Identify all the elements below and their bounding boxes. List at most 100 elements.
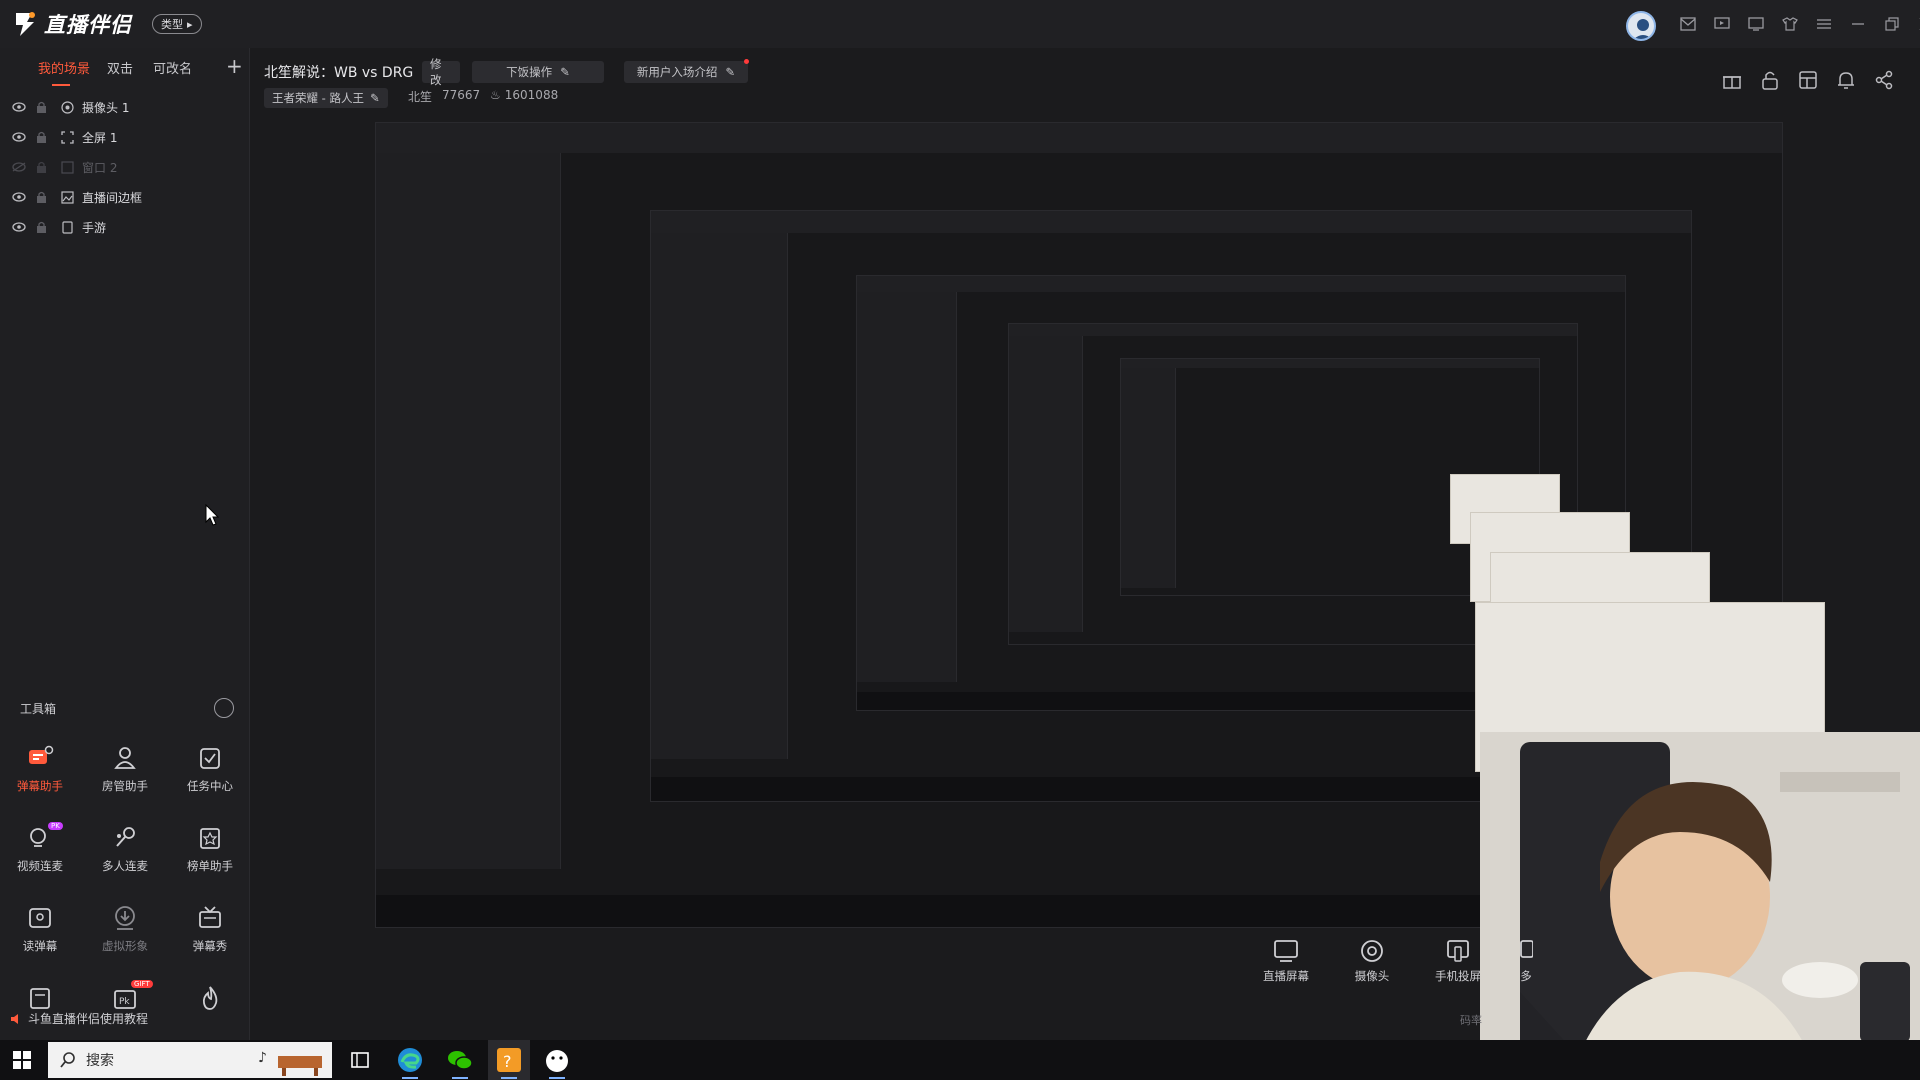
windows-taskbar: 搜索 ♪ ?: [0, 1040, 1920, 1080]
scene-item-window[interactable]: 窗口 2: [0, 152, 250, 182]
nested-titlebar: [376, 123, 1782, 153]
scene-item-fullscreen[interactable]: 全屏 1: [0, 122, 250, 152]
heat-value: 1601088: [504, 88, 559, 102]
pen-icon: ✎: [369, 91, 380, 105]
shirt-icon[interactable]: [1780, 14, 1800, 34]
header-actions: [1722, 70, 1894, 90]
mail-icon[interactable]: [1678, 14, 1698, 34]
stream-op-chip[interactable]: 下饭操作 ✎: [472, 61, 604, 83]
tool-label: 弹幕秀: [192, 939, 228, 953]
phone-cast-icon: [1447, 940, 1469, 962]
tab-double-click[interactable]: 双击: [107, 58, 133, 77]
screen-icon[interactable]: [1746, 14, 1766, 34]
tab-my-scenes[interactable]: 我的场景: [38, 58, 90, 77]
source-camera[interactable]: 摄像头: [1344, 938, 1400, 984]
app-logo: 直播伴侣: [12, 9, 132, 39]
tool-task-center[interactable]: 任务中心: [170, 744, 250, 804]
scene-item-camera[interactable]: 摄像头 1: [0, 92, 250, 122]
task-view-icon[interactable]: [346, 1046, 374, 1074]
edge-icon[interactable]: [396, 1046, 424, 1074]
danmaku-show-icon: [199, 906, 221, 928]
window-source-icon: [61, 160, 74, 174]
new-user-intro-chip[interactable]: 新用户入场介绍 ✎: [624, 61, 748, 83]
logo-icon: [16, 12, 35, 36]
pen-icon: ✎: [560, 65, 570, 79]
tool-danmaku-show[interactable]: 弹幕秀: [170, 904, 250, 964]
eye-hidden-icon[interactable]: [12, 162, 26, 172]
tool-label: 房管助手: [102, 779, 148, 793]
douyu-companion-icon[interactable]: ?: [495, 1046, 523, 1074]
tab-renamable[interactable]: 可改名: [153, 58, 192, 77]
windows-start-icon[interactable]: [12, 1050, 32, 1070]
edit-title-button[interactable]: 修改: [422, 57, 460, 87]
menu-icon[interactable]: [1814, 14, 1834, 34]
nested-titlebar: [1121, 359, 1539, 368]
scene-list: 摄像头 1 全屏 1 窗口 2 直播间边框 手游: [0, 92, 250, 242]
pk-gift-icon: Pk: [114, 990, 136, 1009]
restore-icon[interactable]: [1882, 14, 1902, 34]
video-icon[interactable]: [1712, 14, 1732, 34]
read-danmaku-icon: [29, 908, 51, 928]
layout-icon[interactable]: [1798, 70, 1818, 90]
tool-virtual-avatar[interactable]: 虚拟形象: [85, 904, 165, 964]
screen-icon: [1274, 940, 1298, 962]
streamer-name: 北笙: [408, 90, 433, 104]
danmaku-icon: [29, 745, 54, 764]
category-chip[interactable]: 王者荣耀 - 路人王 ✎: [264, 88, 388, 108]
lock-icon[interactable]: [36, 131, 47, 143]
tool-ranking[interactable]: 榜单助手: [170, 824, 250, 884]
tool-label: 弹幕助手: [17, 779, 63, 793]
eye-icon[interactable]: [12, 132, 26, 142]
taskbar-search[interactable]: 搜索 ♪: [48, 1042, 332, 1078]
room-admin-icon: [114, 747, 136, 769]
tool-read-danmaku[interactable]: 读弹幕: [0, 904, 80, 964]
scene-label: 全屏 1: [82, 130, 118, 145]
tool-danmaku[interactable]: 弹幕助手: [0, 744, 80, 804]
type-dropdown[interactable]: 类型 ▸: [152, 14, 202, 34]
close-icon[interactable]: [1916, 14, 1920, 34]
scene-label: 直播间边框: [82, 190, 143, 205]
app-window: 直播伴侣 类型 ▸ 我的场景 双击 可改名 + 摄像头 1 全屏 1 窗口 2 …: [0, 0, 1920, 1080]
source-more[interactable]: 多: [1516, 938, 1536, 984]
gift-icon[interactable]: [1722, 70, 1742, 90]
lock-icon[interactable]: [36, 161, 47, 173]
eye-icon[interactable]: [12, 222, 26, 232]
running-indicator: [501, 1077, 517, 1079]
image-source-icon: [61, 190, 74, 204]
nested-sidebar: [651, 233, 788, 759]
source-live-screen[interactable]: 直播屏幕: [1258, 938, 1314, 984]
nested-sidebar: [376, 153, 561, 869]
share-icon[interactable]: [1874, 70, 1894, 90]
lock-icon[interactable]: [36, 191, 47, 203]
lock-icon[interactable]: [36, 101, 47, 113]
search-icon: [60, 1052, 75, 1068]
scene-item-mobile-game[interactable]: 手游: [0, 212, 250, 242]
tool-room-admin[interactable]: 房管助手: [85, 744, 165, 804]
window-controls: [1678, 14, 1920, 34]
source-label: 手机投屏: [1435, 969, 1481, 983]
source-label: 摄像头: [1354, 969, 1390, 983]
source-phone-cast[interactable]: 手机投屏: [1430, 938, 1486, 984]
minimize-icon[interactable]: [1848, 14, 1868, 34]
nested-sidebar: [1121, 368, 1176, 588]
bell-icon[interactable]: [1836, 70, 1856, 90]
scene-label: 摄像头 1: [82, 100, 130, 115]
more-tools-icon[interactable]: [214, 698, 234, 718]
tool-fire[interactable]: [170, 984, 250, 1044]
add-scene-button[interactable]: +: [226, 54, 243, 78]
eye-icon[interactable]: [12, 192, 26, 202]
lock-icon[interactable]: [36, 221, 47, 233]
user-avatar[interactable]: [1626, 11, 1656, 41]
penguin-app-icon[interactable]: [543, 1046, 571, 1074]
tool-video-mic[interactable]: PK 视频连麦: [0, 822, 80, 884]
scene-item-room-frame[interactable]: 直播间边框: [0, 182, 250, 212]
tutorial-link[interactable]: 斗鱼直播伴侣使用教程: [10, 1010, 148, 1027]
tool-multi-mic[interactable]: 多人连麦: [85, 824, 165, 884]
bitrate-label: 码率: [1460, 1014, 1482, 1027]
eye-icon[interactable]: [12, 102, 26, 112]
running-indicator: [402, 1077, 418, 1079]
unlock-icon[interactable]: [1760, 70, 1780, 90]
wechat-icon[interactable]: [446, 1046, 474, 1074]
calendar-icon: [30, 988, 50, 1009]
active-tab-indicator: [52, 84, 70, 86]
